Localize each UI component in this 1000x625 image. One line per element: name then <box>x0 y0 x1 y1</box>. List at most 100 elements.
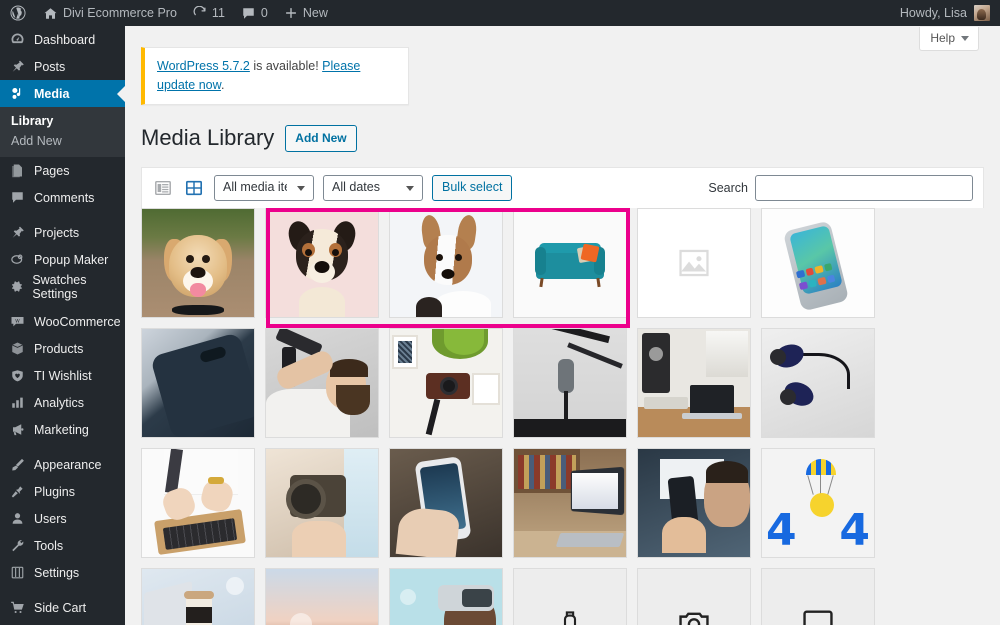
media-grid-item[interactable] <box>141 447 255 558</box>
menu-separator <box>0 211 125 219</box>
submenu-item-add-new[interactable]: Add New <box>0 131 125 151</box>
sidebar-item-woocommerce[interactable]: W WooCommerce <box>0 308 125 335</box>
wrench-icon <box>9 538 26 553</box>
media-type-filter[interactable]: All media itemsImagesAudioVideoDocuments… <box>214 174 314 201</box>
sidebar-item-pages[interactable]: Pages <box>0 157 125 184</box>
samsung-edge-phone-photo <box>762 208 874 317</box>
wordpress-logo-menu[interactable] <box>0 0 35 26</box>
media-grid-item[interactable] <box>761 327 875 438</box>
woman-with-vr-headset-photo <box>390 568 502 625</box>
sidebar-item-label: Swatches Settings <box>32 272 87 301</box>
media-grid-item[interactable] <box>389 567 503 625</box>
sidebar-item-label: WooCommerce <box>34 314 121 329</box>
sidebar-item-label: Projects <box>34 225 80 240</box>
comments-menu[interactable]: 0 <box>233 0 276 26</box>
help-button[interactable]: Help <box>919 27 979 51</box>
menu-separator <box>0 443 125 451</box>
media-grid-item[interactable] <box>265 447 379 558</box>
media-grid-item[interactable] <box>389 447 503 558</box>
media-grid-item[interactable] <box>637 567 751 625</box>
new-content-menu[interactable]: New <box>276 0 336 26</box>
parachute-payload-icon <box>810 492 834 517</box>
admin-sidebar: Dashboard Posts Media Library Add New Pages Co… <box>0 26 125 625</box>
dog-corgi-photo <box>390 208 502 317</box>
media-grid-item[interactable] <box>513 327 627 438</box>
media-grid-item[interactable] <box>513 447 627 558</box>
plug-icon <box>9 484 26 499</box>
popup-maker-icon <box>9 252 26 267</box>
avatar[interactable] <box>974 5 990 21</box>
media-grid-item[interactable] <box>637 447 751 558</box>
sidebar-item-popup-maker[interactable]: Popup Maker <box>0 246 125 273</box>
sidebar-item-plugins[interactable]: Plugins <box>0 478 125 505</box>
sidebar-item-media[interactable]: Media <box>0 80 125 107</box>
media-submenu: Library Add New <box>0 107 125 157</box>
media-grid-item[interactable] <box>761 207 875 318</box>
updates-menu[interactable]: 11 <box>185 0 233 26</box>
home-icon <box>43 6 58 21</box>
media-grid-item[interactable] <box>637 207 751 318</box>
add-new-button[interactable]: Add New <box>285 124 357 152</box>
media-grid-item[interactable] <box>389 207 503 318</box>
media-grid-item[interactable] <box>513 567 627 625</box>
howdy-label[interactable]: Howdy, Lisa <box>900 6 967 20</box>
site-name-label: Divi Ecommerce Pro <box>63 6 177 20</box>
notice-end-text: . <box>220 77 225 92</box>
sidebar-item-projects[interactable]: Projects <box>0 219 125 246</box>
media-grid-item[interactable]: 44 <box>761 447 875 558</box>
media-grid-item[interactable] <box>141 207 255 318</box>
media-grid-item[interactable] <box>265 567 379 625</box>
list-view-icon[interactable] <box>152 177 174 199</box>
updates-icon <box>193 6 207 20</box>
teal-sofa-product-photo <box>514 208 626 317</box>
sidebar-item-posts[interactable]: Posts <box>0 53 125 80</box>
date-filter[interactable]: All dates <box>323 174 423 201</box>
sidebar-item-products[interactable]: Products <box>0 335 125 362</box>
submenu-item-library[interactable]: Library <box>0 111 125 131</box>
sidebar-item-settings[interactable]: Settings <box>0 559 125 586</box>
media-grid-item[interactable] <box>761 567 875 625</box>
page-title-row: Media Library Add New <box>141 124 1000 152</box>
sidebar-item-label: Plugins <box>34 484 75 499</box>
media-grid-wrap: 44 <box>141 207 984 625</box>
sidebar-item-appearance[interactable]: Appearance <box>0 451 125 478</box>
media-grid-item[interactable] <box>389 327 503 438</box>
sidebar-item-swatches-settings[interactable]: Swatches Settings <box>0 272 125 301</box>
blue-earbuds-photo <box>762 328 874 437</box>
wordpress-version-link[interactable]: WordPress 5.7.2 <box>157 59 250 73</box>
updates-count: 11 <box>211 6 225 20</box>
sidebar-item-marketing[interactable]: Marketing <box>0 416 125 443</box>
sidebar-item-analytics[interactable]: Analytics <box>0 389 125 416</box>
media-type-filter-wrap: All media itemsImagesAudioVideoDocuments… <box>214 174 314 201</box>
wishlist-heart-icon <box>9 368 26 383</box>
sidebar-item-dashboard[interactable]: Dashboard <box>0 26 125 53</box>
media-grid-item[interactable] <box>141 327 255 438</box>
svg-text:W: W <box>15 318 20 324</box>
sidebar-item-users[interactable]: Users <box>0 505 125 532</box>
search-input[interactable] <box>755 174 973 201</box>
sidebar-item-side-cart[interactable]: Side Cart <box>0 594 125 621</box>
media-grid-item[interactable] <box>265 327 379 438</box>
man-with-camera-rig-photo <box>266 328 378 437</box>
grid-view-icon[interactable] <box>183 177 205 199</box>
media-grid: 44 <box>141 207 984 625</box>
new-label: New <box>302 6 328 20</box>
sidebar-item-label: Popup Maker <box>34 252 109 267</box>
bulk-select-button[interactable]: Bulk select <box>432 174 513 201</box>
media-grid-item[interactable] <box>637 327 751 438</box>
sidebar-item-label: TI Wishlist <box>34 368 92 383</box>
media-grid-item[interactable] <box>265 207 379 318</box>
sidebar-item-comments[interactable]: Comments <box>0 184 125 211</box>
sidebar-item-ti-wishlist[interactable]: TI Wishlist <box>0 362 125 389</box>
sidebar-item-tools[interactable]: Tools <box>0 532 125 559</box>
dark-phone-case-photo <box>142 328 254 437</box>
site-name-menu[interactable]: Divi Ecommerce Pro <box>35 0 185 26</box>
sunset-silhouette-photo <box>266 568 378 625</box>
sidebar-item-label: Products <box>34 341 84 356</box>
media-grid-item[interactable] <box>513 207 627 318</box>
comments-icon <box>9 190 26 205</box>
media-grid-item[interactable] <box>141 567 255 625</box>
comments-count: 0 <box>260 6 268 20</box>
sidebar-item-label: Marketing <box>34 422 89 437</box>
laptop-with-coffee-cup-photo <box>142 568 254 625</box>
